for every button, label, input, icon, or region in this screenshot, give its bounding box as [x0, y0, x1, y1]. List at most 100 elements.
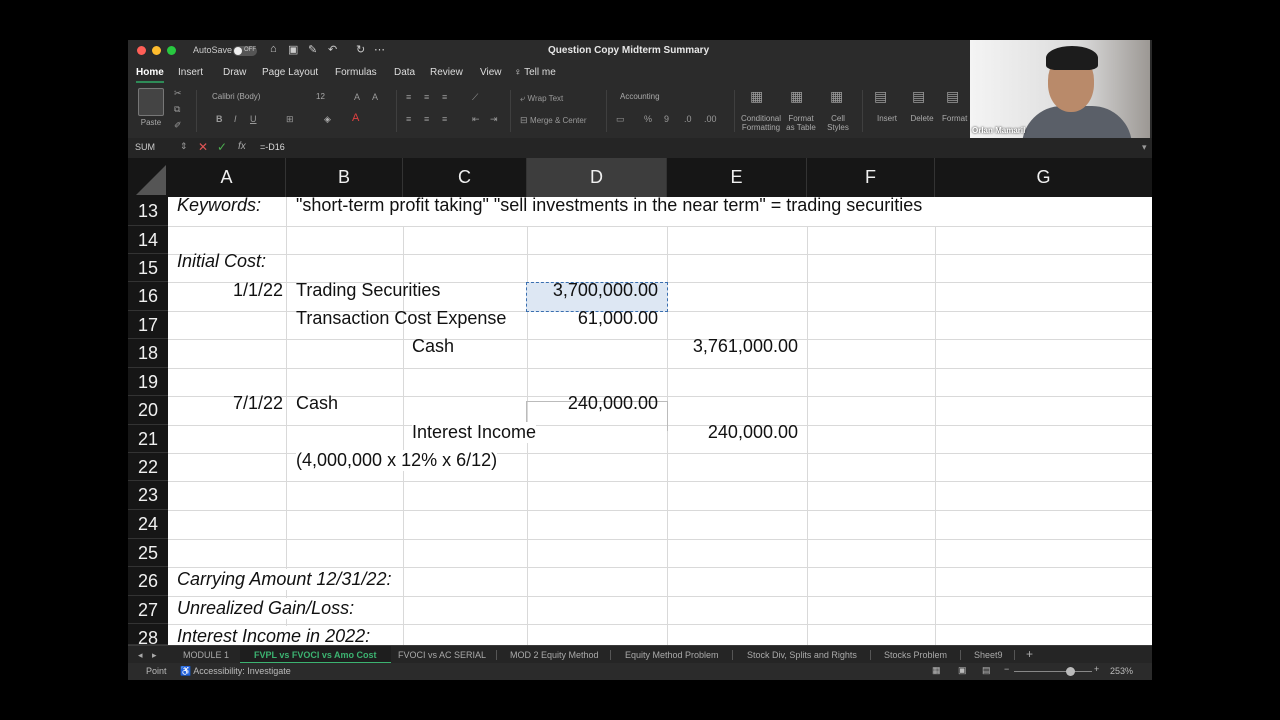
- cell-a16[interactable]: 1/1/22: [168, 280, 283, 301]
- row-header-13[interactable]: 13: [128, 197, 168, 226]
- number-format-select[interactable]: Accounting: [616, 90, 726, 104]
- cell-d16[interactable]: 3,700,000.00: [528, 280, 658, 301]
- zoom-window-button[interactable]: [167, 46, 176, 55]
- column-header-f[interactable]: F: [807, 158, 935, 197]
- cancel-formula-icon[interactable]: ✕: [198, 140, 208, 154]
- sheet-tab-sheet9[interactable]: Sheet9: [974, 650, 1003, 660]
- name-box[interactable]: SUM: [135, 142, 155, 152]
- tab-page-layout[interactable]: Page Layout: [262, 67, 318, 78]
- align-left-icon[interactable]: ≡: [406, 114, 411, 124]
- zoom-level[interactable]: 253%: [1110, 666, 1133, 676]
- format-as-table-label[interactable]: Format as Table: [784, 114, 818, 132]
- minimize-window-button[interactable]: [152, 46, 161, 55]
- zoom-slider[interactable]: [1014, 667, 1092, 676]
- increase-font-icon[interactable]: A: [354, 92, 360, 102]
- row-header-24[interactable]: 24: [128, 510, 168, 539]
- cell-e21[interactable]: 240,000.00: [668, 422, 798, 443]
- tab-home[interactable]: Home: [136, 67, 164, 83]
- conditional-formatting-label[interactable]: Conditional Formatting: [738, 114, 784, 132]
- orientation-icon[interactable]: ⟋: [472, 92, 478, 103]
- insert-function-icon[interactable]: fx: [238, 141, 246, 152]
- cell-a26[interactable]: Carrying Amount 12/31/22:: [177, 569, 392, 590]
- column-header-c[interactable]: C: [403, 158, 527, 197]
- edit-icon[interactable]: ✎: [308, 43, 317, 56]
- align-center-icon[interactable]: ≡: [424, 114, 429, 124]
- fill-color-icon[interactable]: ◈: [324, 114, 331, 125]
- row-header-18[interactable]: 18: [128, 339, 168, 368]
- font-size-select[interactable]: 12: [312, 90, 346, 104]
- tab-draw[interactable]: Draw: [223, 67, 246, 78]
- close-window-button[interactable]: [137, 46, 146, 55]
- tab-view[interactable]: View: [480, 67, 502, 78]
- row-header-22[interactable]: 22: [128, 453, 168, 481]
- more-icon[interactable]: ⋯: [374, 43, 385, 56]
- comma-style-icon[interactable]: 9: [664, 114, 669, 124]
- row-header-26[interactable]: 26: [128, 567, 168, 596]
- wrap-text-button[interactable]: ⤶ Wrap Text: [520, 93, 563, 104]
- increase-decimal-icon[interactable]: .0: [684, 114, 692, 124]
- accessibility-status[interactable]: ♿ Accessibility: Investigate: [180, 666, 291, 677]
- cell-c21[interactable]: Interest Income: [412, 422, 537, 443]
- cell-b16[interactable]: Trading Securities: [296, 280, 440, 301]
- font-name-select[interactable]: Calibri (Body): [208, 90, 308, 104]
- zoom-slider-thumb[interactable]: [1066, 667, 1075, 676]
- page-break-view-icon[interactable]: ▤: [982, 665, 991, 676]
- decrease-font-icon[interactable]: A: [372, 92, 378, 102]
- worksheet-grid[interactable]: Keywords: "short-term profit taking" "se…: [168, 197, 1152, 645]
- align-bottom-icon[interactable]: ≡: [442, 92, 447, 102]
- sheet-tab-stock-div[interactable]: Stock Div, Splits and Rights: [747, 650, 857, 660]
- cell-a27[interactable]: Unrealized Gain/Loss:: [177, 598, 355, 619]
- cell-a13[interactable]: Keywords:: [177, 197, 261, 216]
- sheet-tab-fvpl[interactable]: FVPL vs FVOCI vs Amo Cost: [240, 646, 391, 664]
- sheet-tab-mod2[interactable]: MOD 2 Equity Method: [510, 650, 599, 660]
- zoom-in-icon[interactable]: +: [1094, 664, 1099, 674]
- format-as-table-icon[interactable]: ▦: [790, 88, 803, 105]
- row-header-17[interactable]: 17: [128, 311, 168, 339]
- save-icon[interactable]: ▣: [288, 43, 298, 56]
- accounting-format-icon[interactable]: ▭: [616, 114, 625, 125]
- page-layout-view-icon[interactable]: ▣: [958, 665, 967, 676]
- next-sheet-icon[interactable]: ▸: [152, 650, 157, 661]
- align-middle-icon[interactable]: ≡: [424, 92, 429, 102]
- sheet-tab-stocks-problem[interactable]: Stocks Problem: [884, 650, 947, 660]
- bold-icon[interactable]: B: [216, 114, 223, 124]
- increase-indent-icon[interactable]: ⇥: [490, 114, 498, 125]
- previous-sheet-icon[interactable]: ◂: [138, 650, 143, 661]
- insert-cells-label[interactable]: Insert: [870, 114, 904, 123]
- cell-a15[interactable]: Initial Cost:: [177, 251, 266, 272]
- row-header-23[interactable]: 23: [128, 481, 168, 510]
- insert-cells-icon[interactable]: ▤: [874, 88, 887, 105]
- cell-b17[interactable]: Transaction Cost Expense: [296, 308, 506, 329]
- cell-b22[interactable]: (4,000,000 x 12% x 6/12): [296, 450, 498, 471]
- tab-data[interactable]: Data: [394, 67, 415, 78]
- conditional-formatting-icon[interactable]: ▦: [750, 88, 763, 105]
- italic-icon[interactable]: I: [234, 114, 237, 124]
- decrease-decimal-icon[interactable]: .00: [704, 114, 717, 124]
- tell-me-search[interactable]: ♀ Tell me: [514, 67, 556, 78]
- cell-e18[interactable]: 3,761,000.00: [668, 336, 798, 357]
- tab-insert[interactable]: Insert: [178, 67, 203, 78]
- row-header-14[interactable]: 14: [128, 226, 168, 254]
- add-sheet-icon[interactable]: +: [1026, 647, 1033, 661]
- formula-input[interactable]: =-D16: [260, 142, 285, 152]
- cell-a20[interactable]: 7/1/22: [168, 393, 283, 414]
- borders-icon[interactable]: ⊞: [286, 114, 294, 125]
- row-header-27[interactable]: 27: [128, 596, 168, 624]
- merge-center-button[interactable]: ⊟ Merge & Center: [520, 115, 587, 126]
- format-painter-icon[interactable]: ✐: [174, 120, 182, 131]
- format-cells-label[interactable]: Format: [942, 114, 970, 123]
- align-right-icon[interactable]: ≡: [442, 114, 447, 124]
- format-cells-icon[interactable]: ▤: [946, 88, 959, 105]
- tab-formulas[interactable]: Formulas: [335, 67, 377, 78]
- column-header-d[interactable]: D: [527, 158, 667, 197]
- delete-cells-icon[interactable]: ▤: [912, 88, 925, 105]
- autosave-toggle[interactable]: OFF: [233, 46, 257, 56]
- column-header-b[interactable]: B: [286, 158, 403, 197]
- font-color-icon[interactable]: A: [352, 112, 359, 124]
- undo-icon[interactable]: ↶: [328, 43, 337, 56]
- sheet-tab-equity-problem[interactable]: Equity Method Problem: [625, 650, 719, 660]
- home-icon[interactable]: ⌂: [270, 43, 277, 55]
- cell-c18[interactable]: Cash: [412, 336, 454, 357]
- copy-icon[interactable]: ⧉: [174, 104, 180, 115]
- sheet-tab-fvoci-ac[interactable]: FVOCI vs AC SERIAL: [398, 650, 486, 660]
